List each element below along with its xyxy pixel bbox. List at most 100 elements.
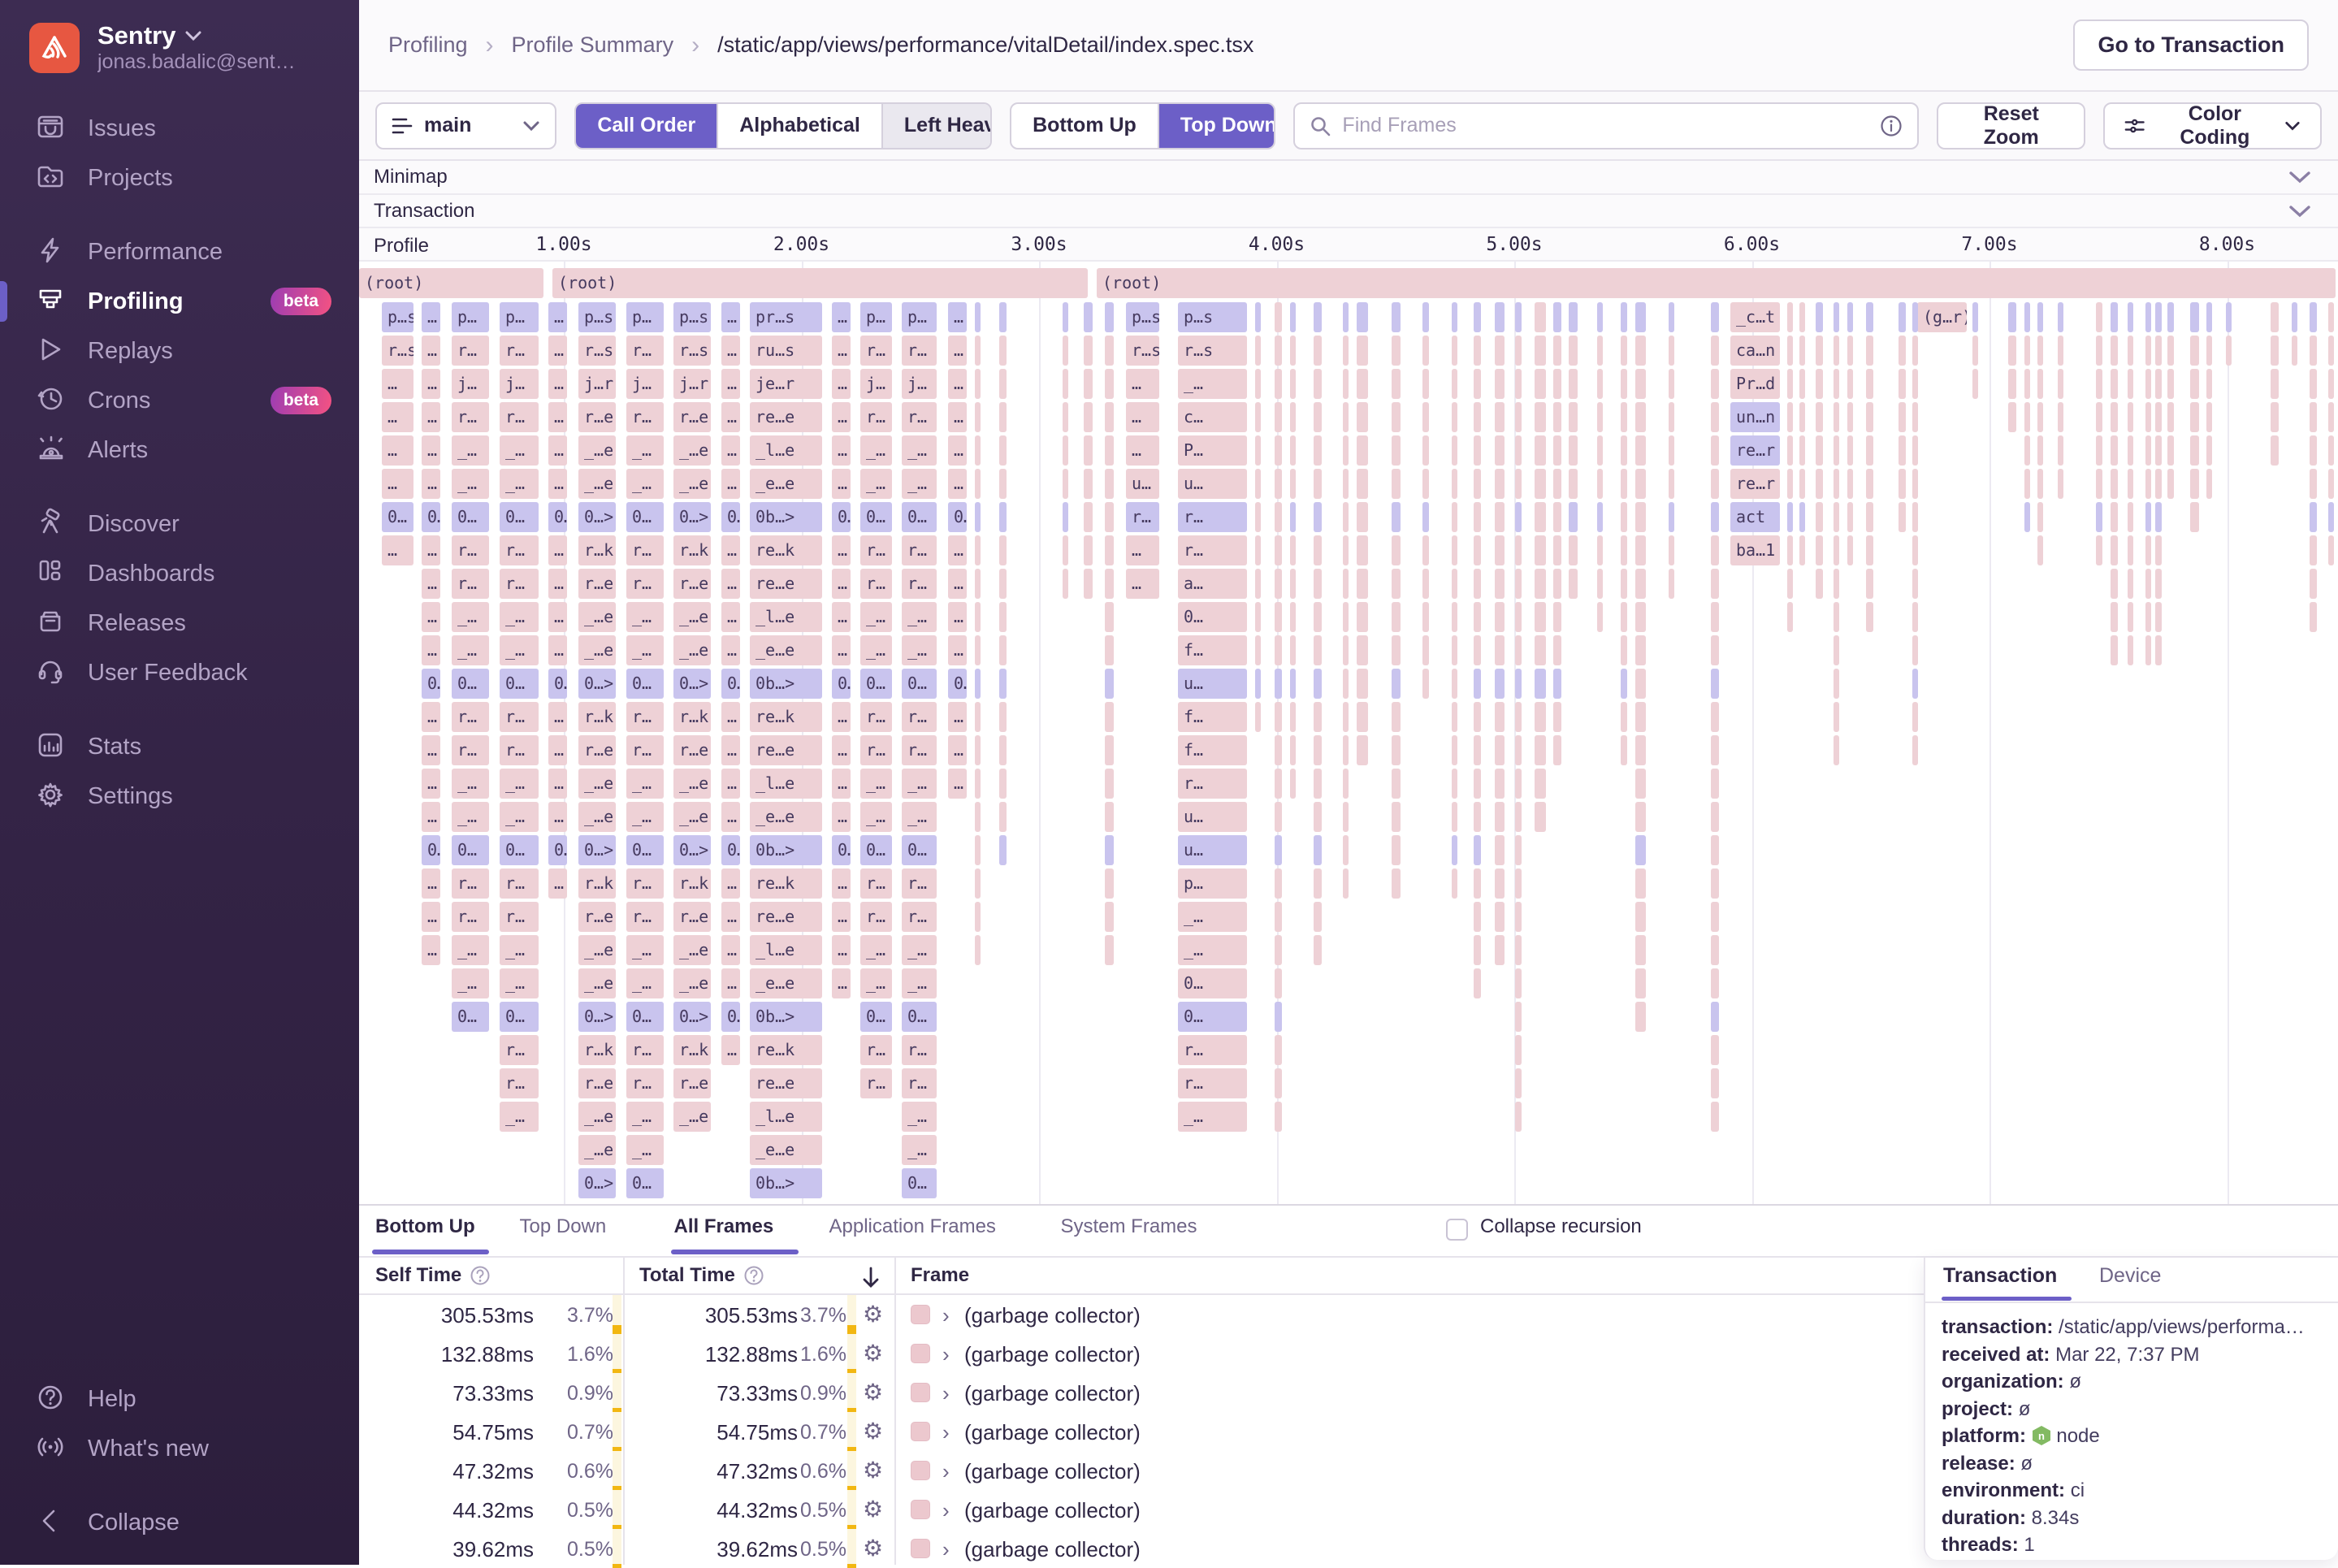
flame-frame[interactable] — [1314, 702, 1322, 732]
flame-frame[interactable]: 0… — [948, 502, 967, 532]
flame-frame[interactable]: _…e — [673, 1102, 711, 1132]
flame-frame[interactable] — [1314, 435, 1322, 466]
flame-frame[interactable] — [1452, 435, 1457, 466]
info-icon[interactable] — [1880, 115, 1903, 137]
flame-frame[interactable] — [2310, 535, 2317, 565]
table-row[interactable]: 73.33ms 0.9% 73.33ms 0.9% ⚙ › (garbage collect… — [359, 1373, 1924, 1412]
flame-frame[interactable] — [1063, 302, 1068, 332]
flame-frame[interactable] — [1635, 502, 1646, 532]
flame-frame[interactable] — [1847, 402, 1853, 432]
flame-frame[interactable] — [975, 569, 981, 599]
flame-frame[interactable] — [1834, 535, 1839, 565]
flame-frame[interactable] — [1452, 702, 1457, 732]
flame-frame[interactable] — [2155, 302, 2162, 332]
flame-frame[interactable] — [1105, 435, 1114, 466]
flame-frame[interactable]: 0…> — [578, 669, 616, 699]
flame-frame[interactable]: _… — [500, 802, 539, 832]
flame-frame[interactable] — [1597, 469, 1603, 499]
flame-frame[interactable] — [2096, 302, 2102, 332]
sort-option-left-heavy[interactable]: Left Heavy — [882, 103, 991, 148]
reset-zoom-button[interactable]: Reset Zoom — [1937, 102, 2086, 149]
flame-frame[interactable] — [1711, 802, 1719, 832]
flame-frame[interactable] — [1105, 769, 1114, 799]
sidebar-item-projects[interactable]: Projects — [0, 154, 359, 202]
flame-frame[interactable]: r… — [452, 735, 489, 765]
flame-frame[interactable]: r…s — [673, 336, 711, 366]
flame-frame[interactable] — [1314, 302, 1322, 332]
flame-frame[interactable] — [2190, 369, 2199, 399]
flame-frame[interactable] — [1635, 435, 1646, 466]
flame-frame[interactable] — [2271, 402, 2279, 432]
flame-frame[interactable] — [1495, 469, 1505, 499]
flame-frame[interactable] — [1392, 336, 1401, 366]
table-row[interactable]: 132.88ms 1.6% 132.88ms 1.6% ⚙ › (garbage colle… — [359, 1334, 1924, 1373]
flame-frame[interactable] — [1357, 535, 1368, 565]
flame-frame[interactable] — [1711, 669, 1719, 699]
flame-frame[interactable] — [1597, 435, 1603, 466]
flame-frame[interactable] — [1899, 469, 1906, 499]
flame-frame[interactable]: 0… — [1178, 602, 1247, 632]
flame-frame[interactable] — [1515, 835, 1522, 865]
flame-frame[interactable] — [1669, 569, 1674, 599]
sidebar-item-performance[interactable]: Performance — [0, 227, 359, 276]
flame-frame[interactable] — [1621, 569, 1627, 599]
flame-frame[interactable] — [1553, 435, 1561, 466]
flame-frame[interactable] — [1275, 369, 1282, 399]
flame-frame[interactable] — [1474, 702, 1481, 732]
flame-frame[interactable]: p… — [626, 302, 664, 332]
flame-frame[interactable] — [1084, 302, 1093, 332]
flame-frame[interactable]: _… — [452, 802, 489, 832]
flame-frame[interactable] — [1711, 902, 1719, 932]
flame-frame[interactable]: … — [832, 402, 851, 432]
flame-frame[interactable] — [1866, 402, 1873, 432]
expand-row-chevron[interactable]: › — [942, 1303, 950, 1328]
frames-tab-system-frames[interactable]: System Frames — [1061, 1215, 1197, 1238]
flame-frame[interactable] — [1495, 868, 1505, 899]
flame-frame[interactable] — [2024, 435, 2030, 466]
flame-frame[interactable] — [1255, 435, 1261, 466]
flame-frame[interactable]: _… — [500, 968, 539, 998]
flame-frame[interactable] — [2037, 336, 2043, 366]
flame-frame[interactable] — [1474, 302, 1481, 332]
flame-frame[interactable]: r…e — [673, 735, 711, 765]
flame-frame[interactable] — [975, 802, 981, 832]
sidebar-item-settings[interactable]: Settings — [0, 772, 359, 821]
flame-frame[interactable]: _l…e — [750, 435, 822, 466]
flame-frame[interactable]: _… — [500, 469, 539, 499]
flame-frame[interactable] — [1535, 302, 1546, 332]
flame-frame[interactable] — [1063, 336, 1068, 366]
flame-frame[interactable]: r… — [452, 702, 489, 732]
flame-frame[interactable]: r… — [500, 702, 539, 732]
flame-frame[interactable] — [1711, 868, 1719, 899]
expand-row-chevron[interactable]: › — [942, 1342, 950, 1367]
flame-frame[interactable] — [2310, 435, 2317, 466]
flame-frame[interactable] — [1866, 435, 1873, 466]
flame-frame[interactable]: … — [832, 802, 851, 832]
flame-frame[interactable]: … — [1126, 369, 1159, 399]
flame-frame[interactable] — [1495, 769, 1505, 799]
flame-frame[interactable] — [1275, 435, 1282, 466]
flame-frame[interactable] — [1816, 302, 1823, 332]
flame-frame[interactable] — [1392, 435, 1401, 466]
sidebar-item-profiling[interactable]: Profiling beta — [0, 277, 359, 326]
flame-frame[interactable] — [1569, 369, 1578, 399]
flame-frame[interactable] — [1711, 968, 1719, 998]
flame-frame[interactable] — [1515, 802, 1522, 832]
flame-frame[interactable]: _…e — [578, 935, 616, 965]
flamegraph[interactable]: (root) (root) (root) p…s r…s………… 0…………………… 0……… — [359, 262, 2338, 1204]
flame-frame[interactable] — [975, 902, 981, 932]
flame-frame[interactable] — [1711, 469, 1719, 499]
flame-frame[interactable]: … — [422, 369, 440, 399]
flame-frame[interactable]: p… — [860, 302, 892, 332]
flame-frame[interactable] — [1866, 369, 1873, 399]
flame-frame[interactable] — [1105, 569, 1114, 599]
flame-frame[interactable] — [1275, 469, 1282, 499]
flame-frame[interactable] — [1392, 669, 1401, 699]
flame-frame[interactable] — [1912, 302, 1918, 332]
flame-frame[interactable] — [1515, 469, 1522, 499]
flame-frame[interactable] — [1912, 469, 1918, 499]
flame-frame[interactable] — [1275, 769, 1282, 799]
frame-name[interactable]: (garbage collector) — [964, 1420, 1141, 1445]
flame-frame[interactable]: _… — [626, 469, 664, 499]
flame-frame[interactable]: … — [422, 402, 440, 432]
